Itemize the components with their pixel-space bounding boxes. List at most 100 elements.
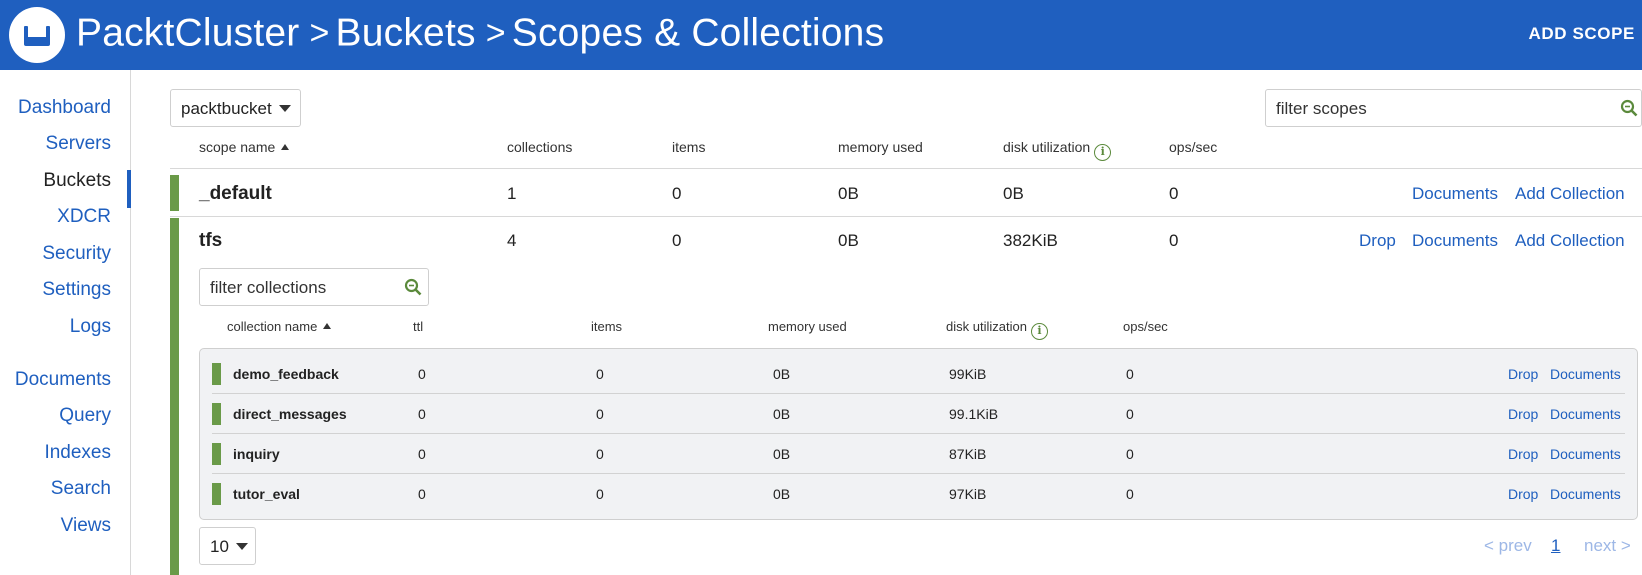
sidebar-item-search[interactable]: Search [51, 478, 111, 500]
collection-ttl: 0 [418, 446, 426, 462]
breadcrumb-separator: > [485, 14, 506, 53]
collection-name[interactable]: inquiry [233, 446, 280, 462]
scope-disk-utilization: 0B [1003, 184, 1024, 203]
sidebar-item-documents[interactable]: Documents [15, 369, 111, 391]
sidebar-item-buckets[interactable]: Buckets [43, 170, 111, 192]
collection-ops-sec: 0 [1126, 486, 1134, 502]
prev-page-link[interactable]: < prev [1484, 536, 1532, 556]
table-row: tutor_eval 0 0 0B 97KiB 0 Drop Documents [200, 474, 1637, 514]
documents-link[interactable]: Documents [1412, 231, 1498, 251]
sidebar-item-servers[interactable]: Servers [46, 133, 111, 155]
collection-disk-utilization: 97KiB [949, 486, 987, 502]
collection-memory-used: 0B [773, 486, 791, 502]
couchbase-logo-icon[interactable] [9, 7, 65, 63]
documents-link[interactable]: Documents [1550, 446, 1621, 462]
scope-disk-utilization: 382KiB [1003, 231, 1058, 250]
scope-items: 0 [672, 184, 682, 203]
collection-items: 0 [596, 406, 604, 422]
filter-collections-placeholder: filter collections [210, 278, 327, 297]
drop-collection-link[interactable]: Drop [1508, 366, 1538, 382]
sidebar-item-xdcr[interactable]: XDCR [57, 206, 111, 228]
collection-status-bar [212, 403, 221, 425]
table-row: inquiry 0 0 0B 87KiB 0 Drop Documents [200, 434, 1637, 474]
collection-disk-utilization: 99.1KiB [949, 406, 999, 422]
scope-collections-count: 4 [507, 231, 517, 250]
drop-collection-link[interactable]: Drop [1508, 446, 1538, 462]
column-items[interactable]: items [672, 139, 705, 155]
page-size-value: 10 [210, 537, 229, 556]
column-label: disk utilization [1003, 139, 1091, 155]
sidebar-item-views[interactable]: Views [61, 515, 111, 537]
drop-collection-link[interactable]: Drop [1508, 406, 1538, 422]
info-icon[interactable]: i [1094, 144, 1112, 161]
divider [170, 168, 1642, 169]
documents-link[interactable]: Documents [1412, 184, 1498, 204]
sidebar-item-dashboard[interactable]: Dashboard [18, 97, 111, 119]
documents-link[interactable]: Documents [1550, 486, 1621, 502]
scope-memory-used: 0B [838, 184, 859, 203]
documents-link[interactable]: Documents [1550, 406, 1621, 422]
column-label: collection name [227, 319, 318, 334]
breadcrumb-buckets[interactable]: Buckets [336, 12, 476, 55]
collection-ttl: 0 [418, 406, 426, 422]
page-number-link[interactable]: 1 [1551, 536, 1560, 556]
collection-memory-used: 0B [773, 406, 791, 422]
breadcrumb-page-title: Scopes & Collections [511, 11, 885, 55]
sidebar-item-logs[interactable]: Logs [70, 316, 111, 338]
column-scope-name[interactable]: scope name [199, 139, 290, 155]
next-page-link[interactable]: next > [1584, 536, 1631, 556]
collection-items: 0 [596, 446, 604, 462]
collection-status-bar [212, 443, 221, 465]
divider [170, 216, 1642, 217]
sidebar-item-indexes[interactable]: Indexes [44, 442, 111, 464]
add-scope-button[interactable]: ADD SCOPE [1529, 24, 1635, 44]
add-collection-link[interactable]: Add Collection [1515, 184, 1625, 204]
column-disk-utilization[interactable]: disk utilization i [1003, 139, 1112, 161]
documents-link[interactable]: Documents [1550, 366, 1621, 382]
sidebar-item-settings[interactable]: Settings [42, 279, 111, 301]
collection-name[interactable]: demo_feedback [233, 366, 339, 382]
scope-memory-used: 0B [838, 231, 859, 250]
column-disk-utilization[interactable]: disk utilization i [946, 319, 1048, 340]
collection-ops-sec: 0 [1126, 406, 1134, 422]
search-icon [1620, 99, 1638, 117]
column-collection-name[interactable]: collection name [227, 319, 332, 334]
scope-status-bar [170, 175, 179, 211]
collection-ops-sec: 0 [1126, 366, 1134, 382]
table-row: direct_messages 0 0 0B 99.1KiB 0 Drop Do… [200, 394, 1637, 434]
column-ops-sec[interactable]: ops/sec [1123, 319, 1168, 334]
column-memory-used[interactable]: memory used [838, 139, 923, 155]
collection-name[interactable]: direct_messages [233, 406, 347, 422]
collection-memory-used: 0B [773, 366, 791, 382]
collection-memory-used: 0B [773, 446, 791, 462]
sidebar-item-query[interactable]: Query [59, 405, 111, 427]
sidebar-item-security[interactable]: Security [42, 243, 111, 265]
column-collections[interactable]: collections [507, 139, 572, 155]
sidebar-nav: Dashboard Servers Buckets XDCR Security … [0, 70, 131, 575]
filter-scopes-placeholder: filter scopes [1276, 99, 1367, 118]
column-ttl[interactable]: ttl [413, 319, 423, 334]
sort-ascending-icon [323, 323, 332, 329]
bucket-select[interactable]: packtbucket [170, 89, 301, 127]
collection-name[interactable]: tutor_eval [233, 486, 300, 502]
breadcrumb-separator: > [309, 14, 330, 53]
collection-disk-utilization: 87KiB [949, 446, 987, 462]
scope-status-bar [170, 218, 179, 575]
page-size-select[interactable]: 10 [199, 527, 256, 565]
add-collection-link[interactable]: Add Collection [1515, 231, 1625, 251]
column-items[interactable]: items [591, 319, 622, 334]
scope-ops-sec: 0 [1169, 184, 1179, 203]
filter-collections-input[interactable]: filter collections [199, 268, 429, 306]
sort-ascending-icon [281, 144, 290, 150]
scope-name[interactable]: tfs [199, 230, 222, 252]
column-label: disk utilization [946, 319, 1027, 334]
column-ops-sec[interactable]: ops/sec [1169, 139, 1217, 155]
filter-scopes-input[interactable]: filter scopes [1265, 89, 1642, 127]
column-memory-used[interactable]: memory used [768, 319, 847, 334]
info-icon[interactable]: i [1030, 323, 1048, 340]
drop-scope-link[interactable]: Drop [1359, 231, 1396, 251]
scope-name[interactable]: _default [199, 183, 272, 205]
drop-collection-link[interactable]: Drop [1508, 486, 1538, 502]
breadcrumb-cluster[interactable]: PacktCluster [76, 12, 299, 55]
collection-items: 0 [596, 486, 604, 502]
